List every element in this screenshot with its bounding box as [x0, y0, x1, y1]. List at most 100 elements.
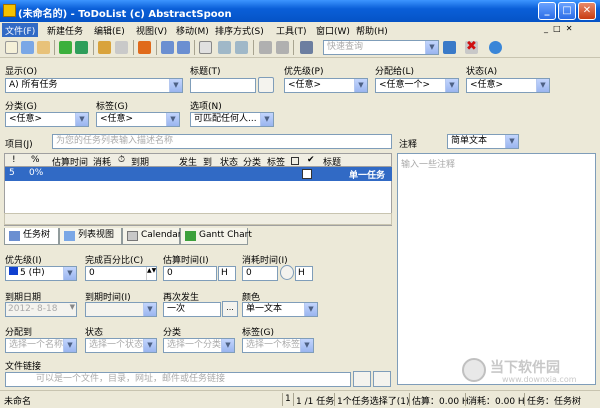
- status-bar: 未命名 1 1 /1 任务 1个任务选择了(1) 估算：0.00 H 消耗：0.…: [0, 390, 600, 408]
- category-combo[interactable]: 选择一个分类 ▼: [163, 338, 235, 353]
- options-filter-label: 选项(N): [190, 102, 222, 112]
- tags-filter-combo[interactable]: <任意> ▼: [96, 112, 180, 127]
- project-name-input[interactable]: 为您的任务列表输入描述名称: [52, 134, 392, 149]
- column-percent[interactable]: %: [31, 155, 40, 165]
- filelink-input[interactable]: 可以是一个文件，目录，网址，邮件或任务链接: [5, 372, 351, 387]
- category-label: 分类: [163, 328, 182, 338]
- status-filter-combo[interactable]: <任意> ▼: [466, 78, 550, 93]
- redo-icon[interactable]: [177, 41, 190, 54]
- estimate-label: 估算时间(I): [163, 256, 209, 266]
- quick-search-combo[interactable]: 快速查询 ▼: [323, 40, 439, 55]
- browse-folder-icon[interactable]: [353, 371, 371, 387]
- menu-edit[interactable]: 编辑(E): [91, 23, 128, 38]
- gear-icon[interactable]: [489, 41, 502, 54]
- window-icon[interactable]: [199, 41, 212, 54]
- find-icon[interactable]: [300, 41, 313, 54]
- status-page: 1: [285, 394, 291, 404]
- allocto-combo[interactable]: 选择一个名称 ▼: [5, 338, 77, 353]
- tags-combo[interactable]: 选择一个标签 ▼: [242, 338, 314, 353]
- status-task-count: 1 /1 任务: [296, 397, 335, 407]
- filelink-label: 文件链接: [5, 362, 42, 372]
- show-label: 显示(O): [5, 67, 38, 77]
- arrow-left-icon[interactable]: [259, 41, 272, 54]
- due-date-picker[interactable]: 2012- 8-18 ▼: [5, 302, 77, 317]
- tab-list-view[interactable]: 列表视图: [59, 228, 122, 245]
- priority-combo[interactable]: 5 (中) ▼: [5, 266, 77, 281]
- undo-icon[interactable]: [161, 41, 174, 54]
- menu-window[interactable]: 窗口(W): [313, 23, 353, 38]
- menu-move[interactable]: 移动(M): [173, 23, 212, 38]
- recurrence-input[interactable]: 一次: [163, 302, 221, 317]
- title-filter-input[interactable]: [190, 78, 256, 93]
- priority-filter-combo[interactable]: <任意> ▼: [284, 78, 368, 93]
- estimate-input[interactable]: 0: [163, 266, 217, 281]
- percent-spinner[interactable]: 0 ▲▼: [85, 266, 157, 281]
- comments-editor[interactable]: 输入一些注释: [397, 153, 596, 385]
- spent-input[interactable]: 0: [242, 266, 278, 281]
- arrow-right-icon[interactable]: [276, 41, 289, 54]
- tab-gantt-chart[interactable]: Gantt Chart: [180, 228, 252, 245]
- toolbar: 快速查询 ▼ ✖: [0, 37, 600, 58]
- open-link-icon[interactable]: [373, 371, 391, 387]
- new-file-icon[interactable]: [5, 41, 18, 54]
- watermark-arrow-icon: [462, 358, 486, 382]
- maximize-button[interactable]: □: [558, 2, 576, 20]
- move-up-icon[interactable]: [218, 41, 231, 54]
- tab-calendar[interactable]: Calendar: [122, 228, 181, 245]
- menu-sort[interactable]: 排序方式(S): [212, 23, 267, 38]
- project-label: 项目(J): [5, 140, 33, 150]
- row-done-checkbox[interactable]: [302, 169, 312, 179]
- status-filter-label: 状态(A): [466, 67, 498, 77]
- row-title: 单一任务: [349, 171, 386, 181]
- comments-format-combo[interactable]: 简单文本 ▼: [447, 134, 519, 149]
- column-file-icon[interactable]: [291, 157, 299, 165]
- estimate-unit-combo[interactable]: H: [218, 266, 236, 281]
- column-timer[interactable]: ⏱: [118, 155, 125, 165]
- category-filter-combo[interactable]: <任意> ▼: [5, 112, 89, 127]
- menu-new-task[interactable]: 新建任务: [44, 23, 86, 38]
- menu-tools[interactable]: 工具(T): [273, 23, 310, 38]
- mdi-buttons[interactable]: _ □ ✕: [544, 24, 596, 36]
- search-go-icon[interactable]: [443, 41, 456, 54]
- comments-label: 注释: [399, 140, 418, 150]
- tab-task-tree[interactable]: 任务树: [4, 228, 59, 245]
- delete-icon[interactable]: ✖: [466, 39, 477, 54]
- save-icon[interactable]: [21, 41, 34, 54]
- status-combo[interactable]: 选择一个状态 ▼: [85, 338, 157, 353]
- title-bar: (未命名的) - ToDoList (c) AbstractSpoon _ □ …: [0, 0, 600, 22]
- due-time-combo[interactable]: ▼: [85, 302, 157, 317]
- close-button[interactable]: ✕: [578, 2, 596, 20]
- menu-view[interactable]: 视图(V): [133, 23, 170, 38]
- minimize-button[interactable]: _: [538, 2, 556, 20]
- edit-icon[interactable]: [98, 41, 111, 54]
- column-done[interactable]: ✔: [307, 155, 315, 165]
- options-filter-combo[interactable]: 可匹配任何人... ▼: [190, 112, 274, 127]
- category-filter-label: 分类(G): [5, 102, 37, 112]
- menu-file[interactable]: 文件(F): [2, 23, 39, 38]
- table-row[interactable]: 5 0% 单一任务: [5, 167, 392, 181]
- column-priority[interactable]: !: [12, 155, 16, 165]
- move-down-icon[interactable]: [235, 41, 248, 54]
- add-task-icon[interactable]: [59, 41, 72, 54]
- open-icon[interactable]: [37, 41, 50, 54]
- show-filter-combo[interactable]: A) 所有任务 ▼: [5, 78, 183, 93]
- status-label: 状态: [85, 328, 104, 338]
- recurrence-options-button[interactable]: ...: [222, 301, 238, 317]
- spent-label: 消耗时间(I): [242, 256, 288, 266]
- clear-icon[interactable]: [138, 41, 151, 54]
- add-subtask-icon[interactable]: [75, 41, 88, 54]
- title-filter-options-icon[interactable]: [258, 77, 274, 93]
- allocto-filter-combo[interactable]: <任意一个> ▼: [375, 78, 459, 93]
- rename-icon[interactable]: [115, 41, 128, 54]
- priority-filter-label: 优先级(P): [284, 67, 324, 77]
- spent-unit-combo[interactable]: H: [295, 266, 313, 281]
- row-priority: 5: [9, 168, 15, 178]
- allocto-filter-label: 分配给(L): [375, 67, 415, 77]
- status-selection: 1个任务选择了(1): [337, 397, 410, 407]
- priority-label: 优先级(I): [5, 256, 42, 266]
- timer-clock-icon[interactable]: [280, 265, 294, 280]
- color-combo[interactable]: 单一文本 ▼: [242, 302, 318, 317]
- menu-help[interactable]: 帮助(H): [353, 23, 391, 38]
- tags-label: 标签(G): [242, 328, 274, 338]
- grid-hscrollbar[interactable]: [4, 213, 392, 225]
